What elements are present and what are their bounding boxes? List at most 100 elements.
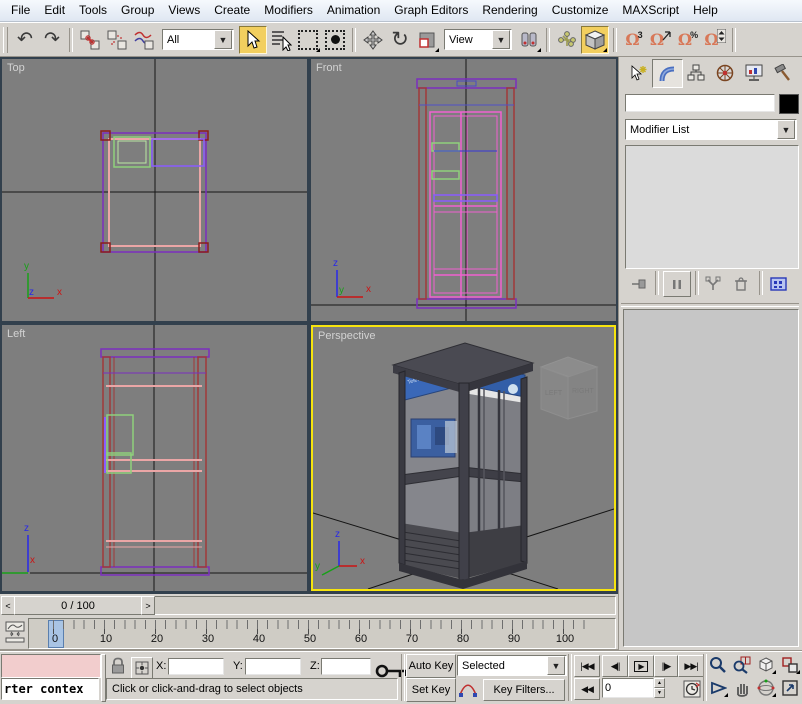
x-coord-input[interactable] [168, 658, 224, 675]
menu-edit[interactable]: Edit [37, 0, 72, 21]
set-key-button[interactable]: Set Key [406, 678, 456, 702]
display-icon [744, 64, 764, 82]
time-configuration-button[interactable] [681, 679, 702, 699]
pin-stack-button[interactable] [627, 273, 651, 295]
key-mode-toggle-button[interactable]: ◀◀ [574, 678, 600, 700]
menu-rendering[interactable]: Rendering [475, 0, 544, 21]
spinner-up-icon[interactable]: ▲ [654, 678, 665, 688]
select-and-manipulate-button[interactable] [554, 27, 580, 53]
tab-modify[interactable] [652, 59, 683, 88]
spinner-down-icon[interactable]: ▼ [654, 688, 665, 698]
listener-text: rter contex [4, 682, 83, 696]
go-to-start-button[interactable]: |◀◀ [574, 655, 600, 677]
selection-lock-toggle[interactable] [110, 657, 126, 678]
viewport-perspective-label[interactable]: Perspective [318, 330, 375, 342]
make-unique-button[interactable] [701, 273, 725, 295]
auto-key-button[interactable]: Auto Key [406, 654, 456, 678]
zoom-all-button[interactable] [731, 655, 753, 675]
viewport-top[interactable]: Top y z x [2, 59, 307, 321]
viewport-front[interactable]: Front [311, 59, 616, 321]
play-animation-button[interactable]: ▶ [628, 655, 654, 677]
menu-help[interactable]: Help [686, 0, 725, 21]
tab-motion[interactable] [710, 59, 739, 86]
modifier-list-dropdown[interactable]: Modifier List ▼ [625, 119, 797, 140]
snaps-toggle-button[interactable] [581, 26, 609, 54]
remove-modifier-button[interactable] [729, 273, 753, 295]
time-slider-prev-button[interactable]: < [1, 596, 15, 615]
object-color-swatch[interactable] [779, 94, 799, 114]
selection-filter-dropdown[interactable]: All ▼ [162, 29, 234, 50]
maxscript-mini-listener-white[interactable]: rter contex [1, 678, 99, 700]
absolute-mode-transform-button[interactable] [131, 657, 153, 679]
percent-snap-toggle-button[interactable]: Ω % [675, 27, 701, 53]
viewport-left[interactable]: Left z [2, 325, 307, 591]
tab-utilities[interactable] [768, 59, 797, 86]
angle-snap-3-button[interactable]: Ω 3 [621, 27, 647, 53]
menu-group[interactable]: Group [114, 0, 161, 21]
field-of-view-button[interactable] [707, 678, 729, 698]
time-slider-next-button[interactable]: > [141, 596, 155, 615]
undo-button[interactable]: ↶ [12, 27, 38, 53]
field-of-view-icon [709, 679, 727, 697]
select-and-rotate-button[interactable]: ↻ [387, 27, 413, 53]
menu-tools[interactable]: Tools [72, 0, 114, 21]
use-pivot-point-center-button[interactable] [516, 27, 542, 53]
menu-file[interactable]: File [4, 0, 37, 21]
go-to-end-button[interactable]: ▶▶| [678, 655, 704, 677]
key-filters-button[interactable]: Key Filters... [483, 679, 565, 701]
time-slider-handle[interactable]: 0 / 100 [14, 596, 142, 615]
select-and-scale-button[interactable] [414, 27, 440, 53]
menu-animation[interactable]: Animation [320, 0, 387, 21]
redo-button[interactable]: ↷ [39, 27, 65, 53]
reference-coordinate-system-dropdown[interactable]: View ▼ [444, 29, 512, 50]
menu-graph-editors[interactable]: Graph Editors [387, 0, 475, 21]
maxscript-mini-listener-pink[interactable] [1, 654, 101, 678]
zoom-extents-all-button[interactable] [779, 655, 801, 675]
select-by-name-button[interactable] [268, 27, 294, 53]
menu-modifiers[interactable]: Modifiers [257, 0, 320, 21]
pan-view-button[interactable] [731, 678, 753, 698]
key-mode-dropdown[interactable]: Selected ▼ [457, 655, 567, 676]
maximize-viewport-toggle-button[interactable] [779, 678, 801, 698]
angle-snap-toggle-button[interactable]: Ω [648, 27, 674, 53]
tab-hierarchy[interactable] [681, 59, 710, 86]
select-and-link-button[interactable] [77, 27, 103, 53]
viewport-top-label[interactable]: Top [7, 62, 25, 74]
unlink-selection-button[interactable] [104, 27, 130, 53]
z-coord-input[interactable] [321, 658, 371, 675]
menu-maxscript[interactable]: MAXScript [615, 0, 686, 21]
ruler-minor-ticks [53, 620, 593, 629]
frame-spinner[interactable]: ▲ ▼ [654, 678, 665, 698]
configure-modifier-sets-button[interactable] [767, 273, 791, 295]
viewport-left-label[interactable]: Left [7, 328, 25, 340]
spinner-snap-toggle-button[interactable]: Ω [702, 27, 728, 53]
tick-label: 80 [457, 633, 469, 645]
y-coord-input[interactable] [245, 658, 301, 675]
select-and-move-button[interactable] [360, 27, 386, 53]
zoom-extents-button[interactable] [755, 655, 777, 675]
unlink-icon [106, 29, 128, 51]
previous-frame-button[interactable]: ◀|| [602, 655, 628, 677]
modifier-stack-list[interactable] [625, 145, 799, 269]
object-name-input[interactable] [625, 94, 775, 112]
show-end-result-button[interactable] [663, 271, 691, 297]
viewport-perspective[interactable]: Perspective LEFT RIGHT [311, 325, 616, 591]
menu-create[interactable]: Create [207, 0, 257, 21]
next-frame-button[interactable]: ||▶ [654, 655, 678, 677]
toolbar-handle[interactable] [3, 27, 8, 53]
select-object-button[interactable] [239, 26, 267, 54]
menu-customize[interactable]: Customize [545, 0, 616, 21]
arc-rotate-button[interactable] [755, 678, 777, 698]
tab-display[interactable] [739, 59, 768, 86]
viewport-front-label[interactable]: Front [316, 62, 342, 74]
track-bar-ruler[interactable]: 0 10 20 30 40 50 60 70 80 90 100 [28, 618, 616, 649]
open-mini-curve-editor-button[interactable] [3, 620, 26, 644]
bind-to-space-warp-button[interactable] [131, 27, 157, 53]
tab-create[interactable] [623, 59, 652, 86]
zoom-button[interactable] [707, 655, 729, 675]
window-crossing-toggle-button[interactable] [322, 27, 348, 53]
default-in-out-tangents-button[interactable] [457, 679, 479, 699]
current-frame-input[interactable] [602, 678, 654, 698]
rectangular-selection-region-button[interactable] [295, 27, 321, 53]
menu-views[interactable]: Views [161, 0, 207, 21]
